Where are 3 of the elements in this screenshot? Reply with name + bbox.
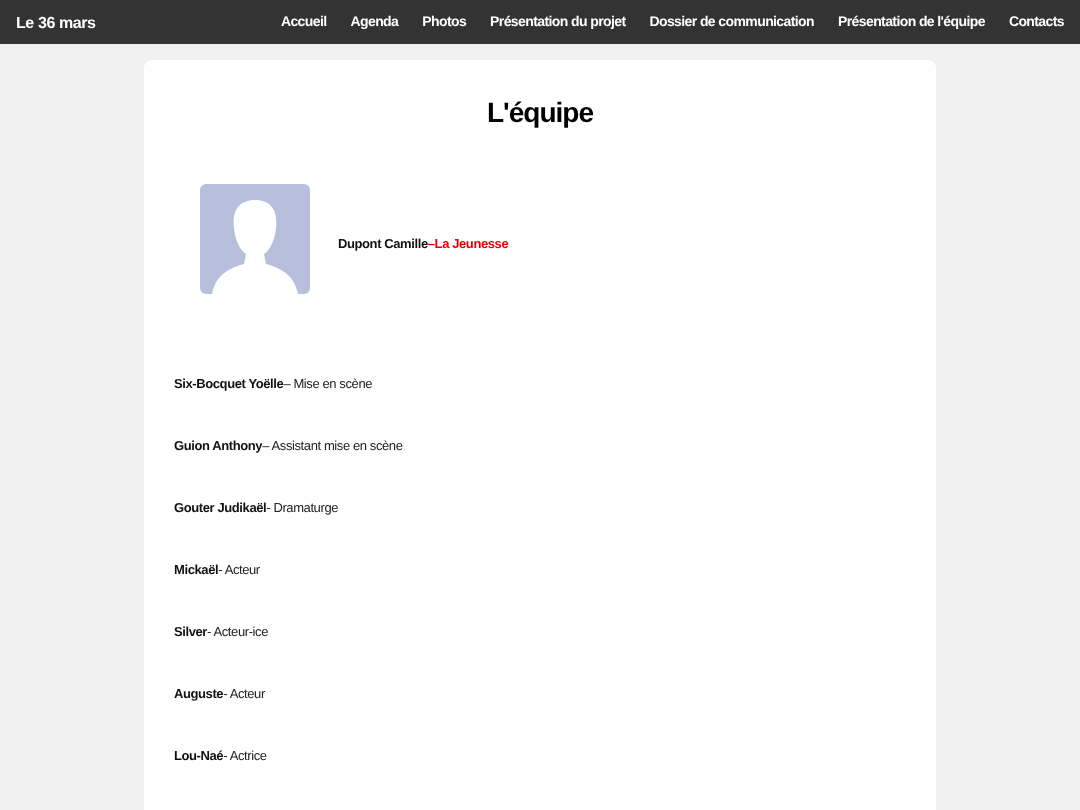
page-title: L'équipe: [485, 96, 595, 128]
avatar-icon: [200, 184, 310, 294]
site-title[interactable]: Le 36 mars: [16, 13, 96, 31]
